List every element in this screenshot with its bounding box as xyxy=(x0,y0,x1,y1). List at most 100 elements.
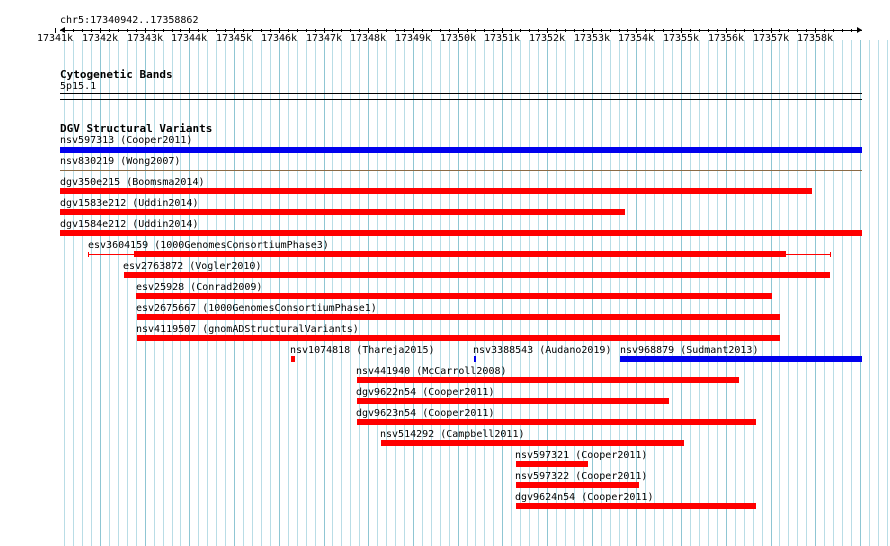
feature-bar[interactable] xyxy=(134,251,786,257)
minor-tick-mark xyxy=(735,29,736,32)
feature-bar[interactable] xyxy=(291,356,295,362)
minor-tick-mark xyxy=(779,29,780,32)
feature-bar[interactable] xyxy=(137,314,780,320)
grid-line xyxy=(797,40,798,546)
feature-label[interactable]: nsv1074818 (Thareja2015) xyxy=(290,345,435,357)
tick-label: 17345k xyxy=(215,33,253,44)
minor-tick-mark xyxy=(216,29,217,32)
minor-tick-mark xyxy=(377,29,378,32)
tick-label: 17354k xyxy=(617,33,655,44)
feature-label[interactable]: nsv830219 (Wong2007) xyxy=(60,156,180,168)
minor-tick-mark xyxy=(619,29,620,32)
minor-tick-mark xyxy=(172,29,173,32)
minor-tick-mark xyxy=(842,29,843,32)
cytoband-label: 5p15.1 xyxy=(60,81,97,92)
tick-label: 17348k xyxy=(349,33,387,44)
feature-bar[interactable] xyxy=(60,209,625,215)
grid-line xyxy=(806,40,807,546)
feature-bar[interactable] xyxy=(357,419,756,425)
minor-tick-mark xyxy=(315,29,316,32)
feature-bar[interactable] xyxy=(137,335,780,341)
feature-bar[interactable] xyxy=(620,356,862,362)
grid-line xyxy=(64,40,65,546)
tick-label: 17349k xyxy=(394,33,432,44)
grid-line xyxy=(824,40,825,546)
minor-tick-mark xyxy=(431,29,432,32)
minor-tick-mark xyxy=(663,29,664,32)
minor-tick-mark xyxy=(645,29,646,32)
minor-tick-mark xyxy=(520,29,521,32)
minor-tick-mark xyxy=(359,29,360,32)
cytoband-line-bottom xyxy=(60,99,862,100)
minor-tick-mark xyxy=(82,29,83,32)
whisker-end xyxy=(830,252,831,257)
grid-line xyxy=(869,40,870,546)
minor-tick-mark xyxy=(493,29,494,32)
minor-tick-mark xyxy=(556,29,557,32)
feature-bar[interactable] xyxy=(136,293,772,299)
minor-tick-mark xyxy=(449,29,450,32)
grid-line xyxy=(82,40,83,546)
minor-tick-mark xyxy=(753,29,754,32)
ruler-location: chr5:17340942..17358862 xyxy=(60,15,199,26)
minor-tick-mark xyxy=(288,29,289,32)
tick-label: 17355k xyxy=(662,33,700,44)
grid-line xyxy=(860,40,861,546)
minor-tick-mark xyxy=(270,29,271,32)
feature-bar[interactable] xyxy=(60,147,862,153)
feature-bar[interactable] xyxy=(60,230,862,236)
feature-bar[interactable] xyxy=(60,188,812,194)
track-title-dgv: DGV Structural Variants xyxy=(60,122,213,135)
track-separator xyxy=(60,170,862,171)
feature-bar[interactable] xyxy=(381,440,684,446)
feature-label[interactable]: nsv3388543 (Audano2019) xyxy=(473,345,611,357)
minor-tick-mark xyxy=(484,29,485,32)
tick-label: 17342k xyxy=(81,33,119,44)
cytoband-line-top xyxy=(60,93,862,94)
grid-line xyxy=(887,40,888,546)
feature-bar[interactable] xyxy=(516,503,756,509)
minor-tick-mark xyxy=(386,29,387,32)
track-title-cytobands: Cytogenetic Bands xyxy=(60,68,173,81)
minor-tick-mark xyxy=(601,29,602,32)
feature-bar[interactable] xyxy=(474,356,476,362)
minor-tick-mark xyxy=(180,29,181,32)
minor-tick-mark xyxy=(198,29,199,32)
tick-label: 17358k xyxy=(796,33,834,44)
minor-tick-mark xyxy=(404,29,405,32)
feature-bar[interactable] xyxy=(516,461,588,467)
minor-tick-mark xyxy=(574,29,575,32)
grid-line xyxy=(73,40,74,546)
grid-line xyxy=(842,40,843,546)
feature-label[interactable]: nsv597313 (Cooper2011) xyxy=(60,135,192,147)
arrow-right-icon xyxy=(857,27,862,33)
feature-bar[interactable] xyxy=(124,272,830,278)
minor-tick-mark xyxy=(627,29,628,32)
feature-bar[interactable] xyxy=(357,377,739,383)
minor-tick-mark xyxy=(306,29,307,32)
minor-tick-mark xyxy=(610,29,611,32)
minor-tick-mark xyxy=(109,29,110,32)
genome-browser-view[interactable]: chr5:17340942..17358862 17341k 17342k 1734… xyxy=(0,0,890,546)
tick-label: 17341k xyxy=(36,33,74,44)
minor-tick-mark xyxy=(332,29,333,32)
tick-label: 17347k xyxy=(305,33,343,44)
tick-label: 17350k xyxy=(439,33,477,44)
grid-line xyxy=(815,40,816,546)
feature-bar[interactable] xyxy=(516,482,639,488)
minor-tick-mark xyxy=(565,29,566,32)
feature-bar[interactable] xyxy=(357,398,669,404)
minor-tick-mark xyxy=(73,29,74,32)
minor-tick-mark xyxy=(797,29,798,32)
minor-tick-mark xyxy=(824,29,825,32)
minor-tick-mark xyxy=(672,29,673,32)
grid-line xyxy=(788,40,789,546)
minor-tick-mark xyxy=(806,29,807,32)
tick-label: 17346k xyxy=(260,33,298,44)
minor-tick-mark xyxy=(699,29,700,32)
minor-tick-mark xyxy=(243,29,244,32)
minor-tick-mark xyxy=(529,29,530,32)
minor-tick-mark xyxy=(762,29,763,32)
grid-line xyxy=(100,40,101,546)
tick-label: 17343k xyxy=(126,33,164,44)
